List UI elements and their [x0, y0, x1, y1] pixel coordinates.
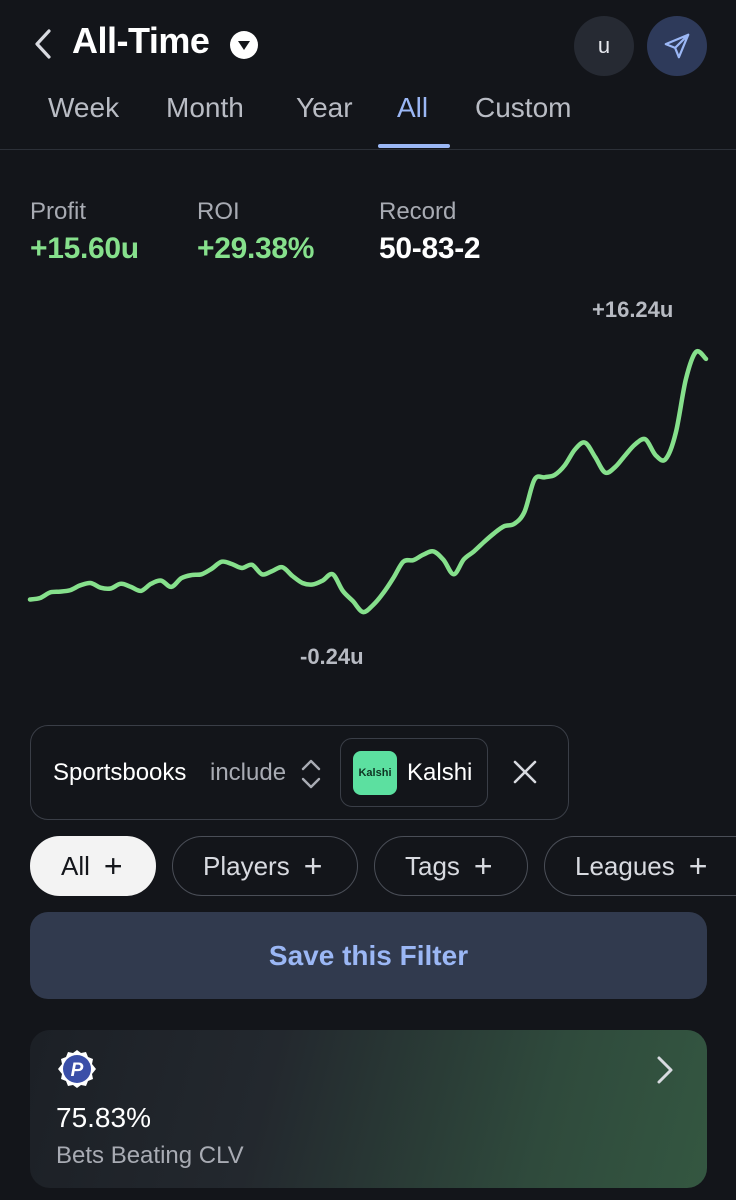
- stat-value: +29.38%: [197, 232, 315, 265]
- plus-icon: +: [303, 848, 323, 884]
- clv-badge-icon: P: [58, 1050, 96, 1088]
- chevron-up-down-icon[interactable]: [299, 756, 323, 792]
- header: All-Time u: [0, 0, 736, 90]
- user-initial: u: [597, 33, 611, 58]
- stat-label: ROI: [197, 198, 240, 225]
- stat-label: Record: [379, 198, 457, 225]
- user-avatar-button[interactable]: u: [574, 16, 634, 76]
- pill-leagues[interactable]: Leagues +: [544, 836, 736, 896]
- time-range-tabs: Week Month Year All Custom: [0, 82, 736, 150]
- chart-min-label: -0.24u: [300, 644, 364, 669]
- chevron-left-icon: [35, 29, 51, 59]
- pill-label: All: [61, 850, 90, 881]
- clv-badge-letter: P: [71, 1060, 84, 1081]
- profit-chart[interactable]: +16.24u -0.24u: [0, 280, 736, 680]
- plus-icon: +: [688, 848, 708, 884]
- clv-card[interactable]: P 75.83% Bets Beating CLV: [30, 1030, 707, 1188]
- plus-icon: +: [473, 848, 493, 884]
- sportsbook-chip-label: Kalshi: [407, 759, 473, 786]
- chevron-right-icon: [657, 1056, 673, 1084]
- tab-year[interactable]: Year: [296, 92, 353, 124]
- stat-profit: Profit +15.60u: [30, 198, 139, 266]
- send-icon: [664, 33, 690, 59]
- stat-value: 50-83-2: [379, 232, 481, 265]
- tab-month[interactable]: Month: [166, 92, 244, 124]
- tab-custom[interactable]: Custom: [475, 92, 571, 124]
- pill-label: Players: [203, 850, 290, 881]
- back-button[interactable]: [26, 24, 60, 64]
- pill-label: Tags: [405, 850, 460, 881]
- tab-week[interactable]: Week: [48, 92, 119, 124]
- filter-operator-select[interactable]: include: [210, 759, 286, 787]
- close-icon[interactable]: [509, 756, 541, 788]
- stat-value: +15.60u: [30, 232, 139, 265]
- pill-players[interactable]: Players +: [172, 836, 358, 896]
- clv-value: 75.83%: [56, 1102, 151, 1133]
- sportsbook-filter: Sportsbooks include Kalshi Kalshi: [30, 725, 569, 820]
- save-filter-button[interactable]: Save this Filter: [30, 912, 707, 999]
- pill-tags[interactable]: Tags +: [374, 836, 528, 896]
- pill-all[interactable]: All +: [30, 836, 156, 896]
- page-title[interactable]: All-Time: [72, 20, 210, 62]
- sportsbook-chip-kalshi[interactable]: Kalshi Kalshi: [340, 738, 488, 807]
- stat-roi: ROI +29.38%: [197, 198, 314, 266]
- active-tab-indicator: [378, 144, 450, 148]
- profit-line-chart: [27, 349, 709, 615]
- chart-max-label: +16.24u: [592, 297, 674, 322]
- stat-label: Profit: [30, 198, 87, 225]
- filter-field-label[interactable]: Sportsbooks: [53, 759, 186, 787]
- tab-all[interactable]: All: [397, 92, 428, 124]
- pill-label: Leagues: [575, 850, 675, 881]
- stat-record: Record 50-83-2: [379, 198, 481, 266]
- caret-down-icon: [238, 41, 250, 50]
- plus-icon: +: [103, 848, 123, 884]
- clv-label: Bets Beating CLV: [56, 1142, 244, 1169]
- title-dropdown-button[interactable]: [230, 31, 258, 59]
- share-button[interactable]: [647, 16, 707, 76]
- kalshi-logo: Kalshi: [353, 751, 397, 795]
- profit-series-line: [27, 349, 709, 615]
